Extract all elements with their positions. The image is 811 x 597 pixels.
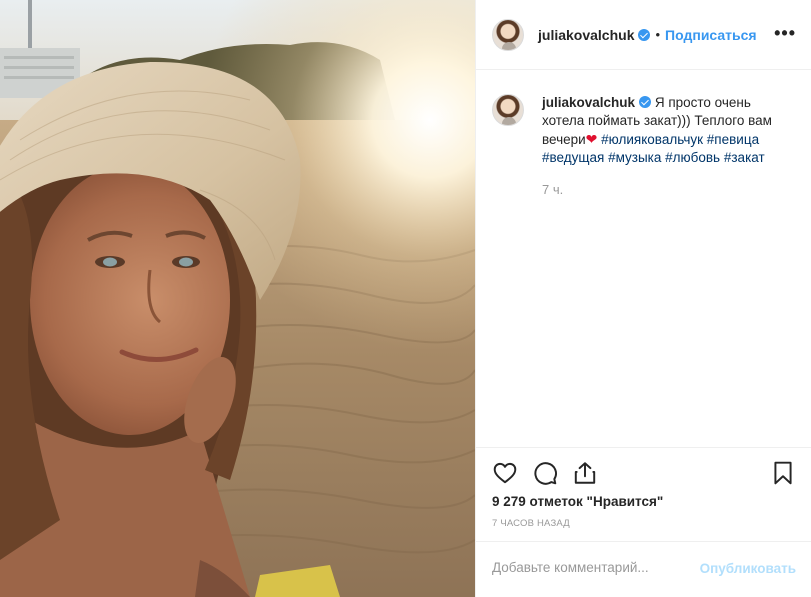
hashtag-link[interactable]: #музыка	[608, 150, 661, 165]
hashtag-link[interactable]: #ведущая	[542, 150, 604, 165]
hashtag-link[interactable]: #закат	[724, 150, 765, 165]
verified-badge-icon	[638, 28, 651, 41]
hashtag-link[interactable]: #певица	[707, 132, 759, 147]
hashtag-link[interactable]: #любовь	[665, 150, 720, 165]
action-bar	[476, 447, 811, 497]
follow-button[interactable]: Подписаться	[665, 27, 757, 43]
author-username[interactable]: juliakovalchuk	[538, 27, 634, 43]
caption-avatar[interactable]	[492, 94, 524, 126]
caption-timestamp[interactable]: 7 ч.	[542, 182, 563, 197]
post-caption: juliakovalchuk Я просто очень хотела пой…	[492, 94, 792, 167]
comment-form: Опубликовать	[476, 541, 811, 597]
post-photo[interactable]	[0, 0, 475, 597]
likes-count[interactable]: 9 279 отметок "Нравится"	[492, 494, 663, 509]
beach-selfie-image	[0, 0, 475, 597]
share-icon[interactable]	[572, 460, 598, 486]
comment-icon[interactable]	[532, 460, 558, 486]
publish-button[interactable]: Опубликовать	[700, 561, 796, 576]
red-heart-icon: ❤	[585, 131, 598, 147]
caption-username[interactable]: juliakovalchuk	[542, 95, 635, 110]
more-options-icon[interactable]: •••	[774, 24, 796, 42]
post-header: juliakovalchuk • Подписаться •••	[476, 0, 811, 70]
heart-icon[interactable]	[492, 460, 518, 486]
caption-text: juliakovalchuk Я просто очень хотела пой…	[542, 94, 792, 167]
post-age[interactable]: 7 ЧАСОВ НАЗАД	[492, 518, 570, 529]
post-details-panel: juliakovalchuk • Подписаться ••• juliako…	[475, 0, 811, 597]
separator-dot: •	[655, 27, 661, 42]
hashtag-link[interactable]: #юлияковальчук	[601, 132, 703, 147]
comment-input[interactable]	[492, 560, 682, 575]
caption-verified-badge-icon	[639, 96, 652, 108]
author-avatar[interactable]	[492, 18, 524, 51]
header-user-line: juliakovalchuk	[538, 27, 651, 43]
bookmark-icon[interactable]	[770, 460, 796, 486]
